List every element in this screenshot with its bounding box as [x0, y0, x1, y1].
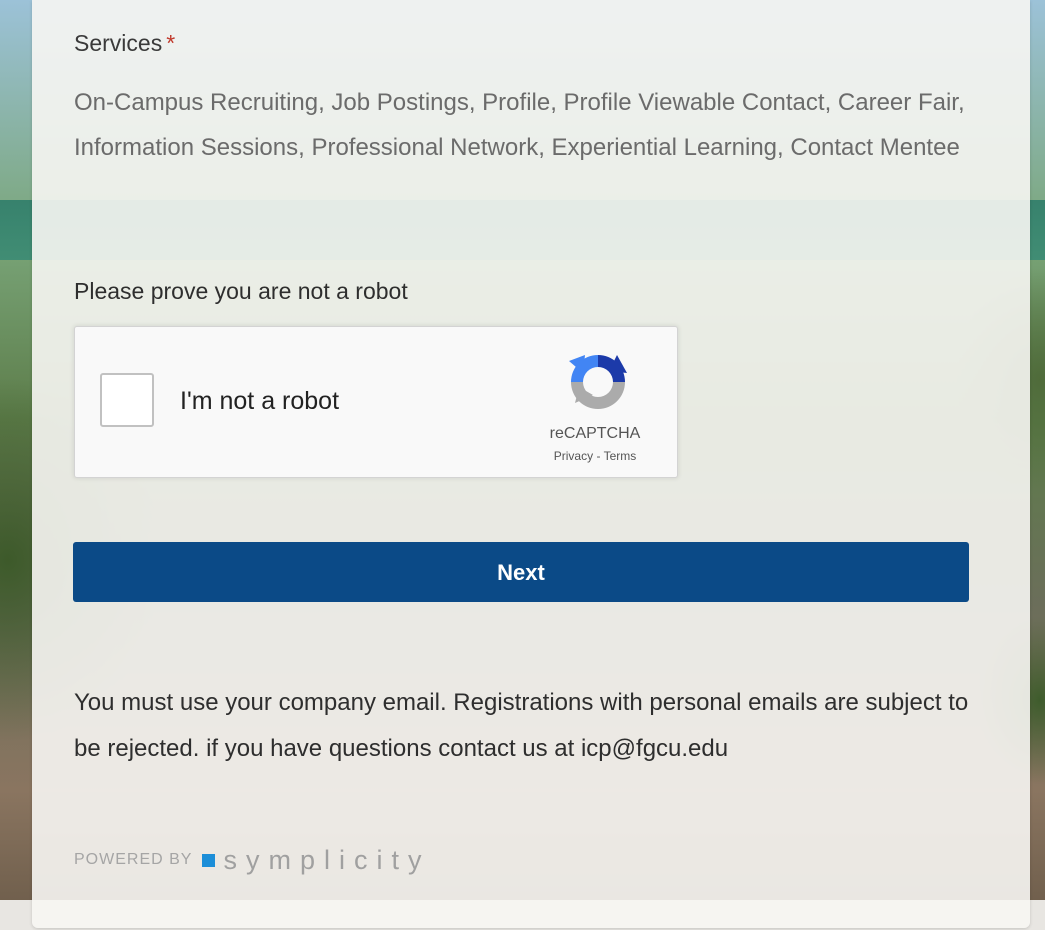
- required-indicator: *: [166, 30, 176, 56]
- recaptcha-links: Privacy - Terms: [515, 449, 675, 463]
- recaptcha-checkbox[interactable]: [100, 373, 154, 427]
- recaptcha-privacy-link[interactable]: Privacy: [554, 449, 593, 463]
- services-field-label: Services *: [74, 30, 175, 57]
- powered-by-text: POWERED BY: [74, 851, 193, 868]
- company-email-notice: You must use your company email. Registr…: [74, 689, 969, 762]
- captcha-prompt: Please prove you are not a robot: [74, 278, 408, 304]
- recaptcha-terms-link[interactable]: Terms: [604, 449, 637, 463]
- recaptcha-widget: I'm not a robot reCAPTCHA Privacy - Term…: [74, 326, 678, 478]
- powered-by-footer: POWERED BY symplicity: [74, 843, 430, 877]
- symplicity-logo-square-icon: [202, 853, 216, 867]
- services-value-text: On-Campus Recruiting, Job Postings, Prof…: [74, 89, 965, 161]
- recaptcha-logo-icon: [569, 355, 627, 409]
- recaptcha-brand: reCAPTCHA: [549, 425, 641, 442]
- recaptcha-checkbox-label: I'm not a robot: [180, 387, 340, 415]
- recaptcha-link-separator: -: [593, 449, 604, 463]
- services-label-text: Services: [74, 30, 163, 56]
- registration-form-card: Services * On-Campus Recruiting, Job Post…: [32, 0, 1030, 928]
- symplicity-logo-wordmark: symplicity: [223, 844, 431, 875]
- next-button[interactable]: Next: [73, 542, 969, 602]
